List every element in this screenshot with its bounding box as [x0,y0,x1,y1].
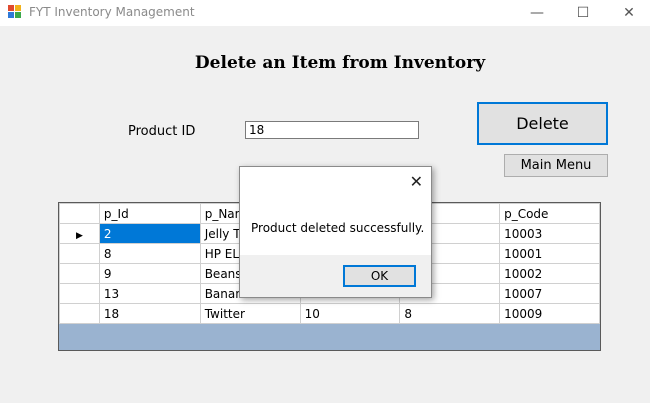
message-dialog: ✕ Product deleted successfully. OK [239,166,432,298]
table-cell[interactable]: Twitter [199,303,301,324]
table-cell[interactable]: 10002 [499,263,600,284]
row-header[interactable]: ▶ [59,223,100,244]
table-cell[interactable]: 10009 [499,303,600,324]
dialog-close-icon[interactable]: ✕ [410,172,423,191]
row-header[interactable] [59,263,100,284]
window-titlebar: FYT Inventory Management — ☐ ✕ [0,0,650,26]
column-header[interactable]: p_Code [499,203,600,224]
table-cell[interactable]: 10001 [499,243,600,264]
close-window-button[interactable]: ✕ [606,0,650,26]
table-cell[interactable]: 13 [98,283,201,304]
row-header[interactable] [59,303,100,324]
row-header-corner [59,203,100,224]
window-title: FYT Inventory Management [29,5,195,19]
table-row[interactable]: 18 Twitter 10 8 10009 [59,303,600,324]
table-cell[interactable]: 10 [299,303,401,324]
current-row-arrow-icon: ▶ [75,230,83,241]
row-header[interactable] [59,243,100,264]
maximize-button[interactable]: ☐ [560,0,606,26]
column-header[interactable]: p_Id [98,203,201,224]
minimize-button[interactable]: — [514,0,560,26]
delete-button[interactable]: Delete [477,102,608,145]
table-cell[interactable]: 18 [98,303,201,324]
product-id-label: Product ID [128,124,196,139]
row-header[interactable] [59,283,100,304]
ok-button[interactable]: OK [343,265,416,287]
dialog-message: Product deleted successfully. [251,221,425,235]
page-title: Delete an Item from Inventory [194,53,486,73]
table-cell[interactable]: 10003 [499,223,600,244]
table-cell[interactable]: 2 [98,223,201,244]
main-menu-button[interactable]: Main Menu [504,154,608,177]
table-cell[interactable]: 9 [98,263,201,284]
table-cell[interactable]: 8 [399,303,501,324]
table-cell[interactable]: 10007 [499,283,600,304]
table-cell[interactable]: 8 [98,243,201,264]
product-id-input[interactable]: 18 [245,121,419,139]
app-icon [8,5,21,18]
